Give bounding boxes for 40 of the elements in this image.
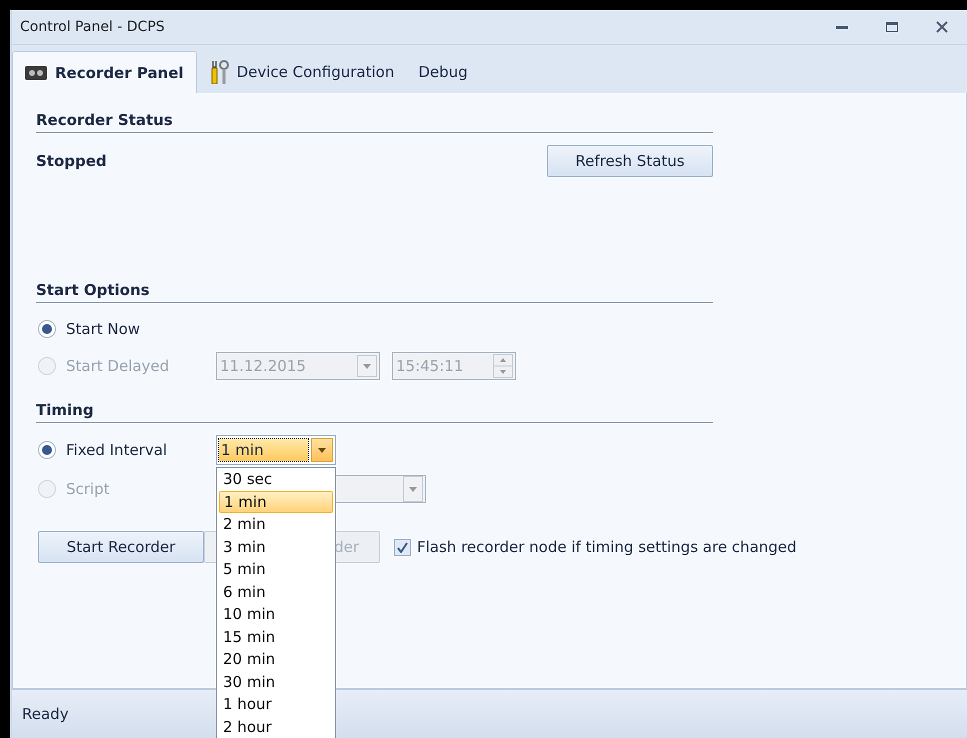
radio-label: Start Delayed bbox=[66, 357, 170, 375]
spinner-icon bbox=[493, 354, 513, 378]
dropdown-option[interactable]: 10 min bbox=[219, 603, 333, 626]
tab[interactable]: Recorder Panel bbox=[12, 51, 197, 93]
radio-label: Start Now bbox=[66, 320, 140, 338]
dropdown-option[interactable]: 6 min bbox=[219, 580, 333, 603]
dropdown-option[interactable]: 3 min bbox=[219, 536, 333, 558]
section-heading: Start Options bbox=[36, 281, 713, 303]
dropdown-option[interactable]: 30 min bbox=[219, 670, 333, 693]
dropdown-arrow-icon bbox=[409, 486, 417, 492]
section-heading: Timing bbox=[36, 401, 713, 423]
dropdown-option[interactable]: 5 min bbox=[219, 558, 333, 580]
window-title: Control Panel - DCPS bbox=[20, 19, 166, 35]
maximize-icon bbox=[886, 22, 898, 32]
radio-label: Script bbox=[66, 480, 110, 498]
checkbox-label: Flash recorder node if timing settings are changed bbox=[417, 538, 797, 556]
recorder-button[interactable]: Start Recorder bbox=[38, 531, 204, 563]
dropdown-option[interactable]: 15 min bbox=[219, 626, 333, 648]
tab[interactable]: Device Configuration bbox=[196, 51, 406, 93]
refresh-status-button[interactable]: Refresh Status bbox=[547, 145, 713, 177]
dropdown-option[interactable]: 2 hour bbox=[219, 716, 333, 738]
status-text: Ready bbox=[22, 705, 69, 723]
tab[interactable]: Debug bbox=[406, 51, 480, 93]
dropdown-option[interactable]: 30 sec bbox=[219, 468, 333, 490]
checkbox[interactable] bbox=[394, 538, 411, 556]
dropdown-arrow-icon bbox=[318, 448, 326, 452]
dropdown-option[interactable]: 20 min bbox=[219, 648, 333, 670]
dropdown-arrow-icon bbox=[363, 364, 371, 368]
radio-button[interactable] bbox=[38, 441, 56, 459]
radio-button[interactable] bbox=[38, 320, 56, 338]
recorder-icon bbox=[25, 66, 47, 80]
dropdown-option[interactable]: 1 hour bbox=[219, 693, 333, 716]
tools-icon bbox=[208, 60, 229, 84]
radio-label: Fixed Interval bbox=[66, 441, 168, 459]
minimize-icon bbox=[836, 26, 848, 28]
dropdown-option[interactable]: 1 min bbox=[219, 490, 333, 513]
close-icon bbox=[936, 21, 948, 33]
recorder-status: Stopped bbox=[36, 152, 107, 170]
dropdown-option[interactable]: 2 min bbox=[219, 513, 333, 536]
section-heading: Recorder Status bbox=[36, 111, 713, 133]
